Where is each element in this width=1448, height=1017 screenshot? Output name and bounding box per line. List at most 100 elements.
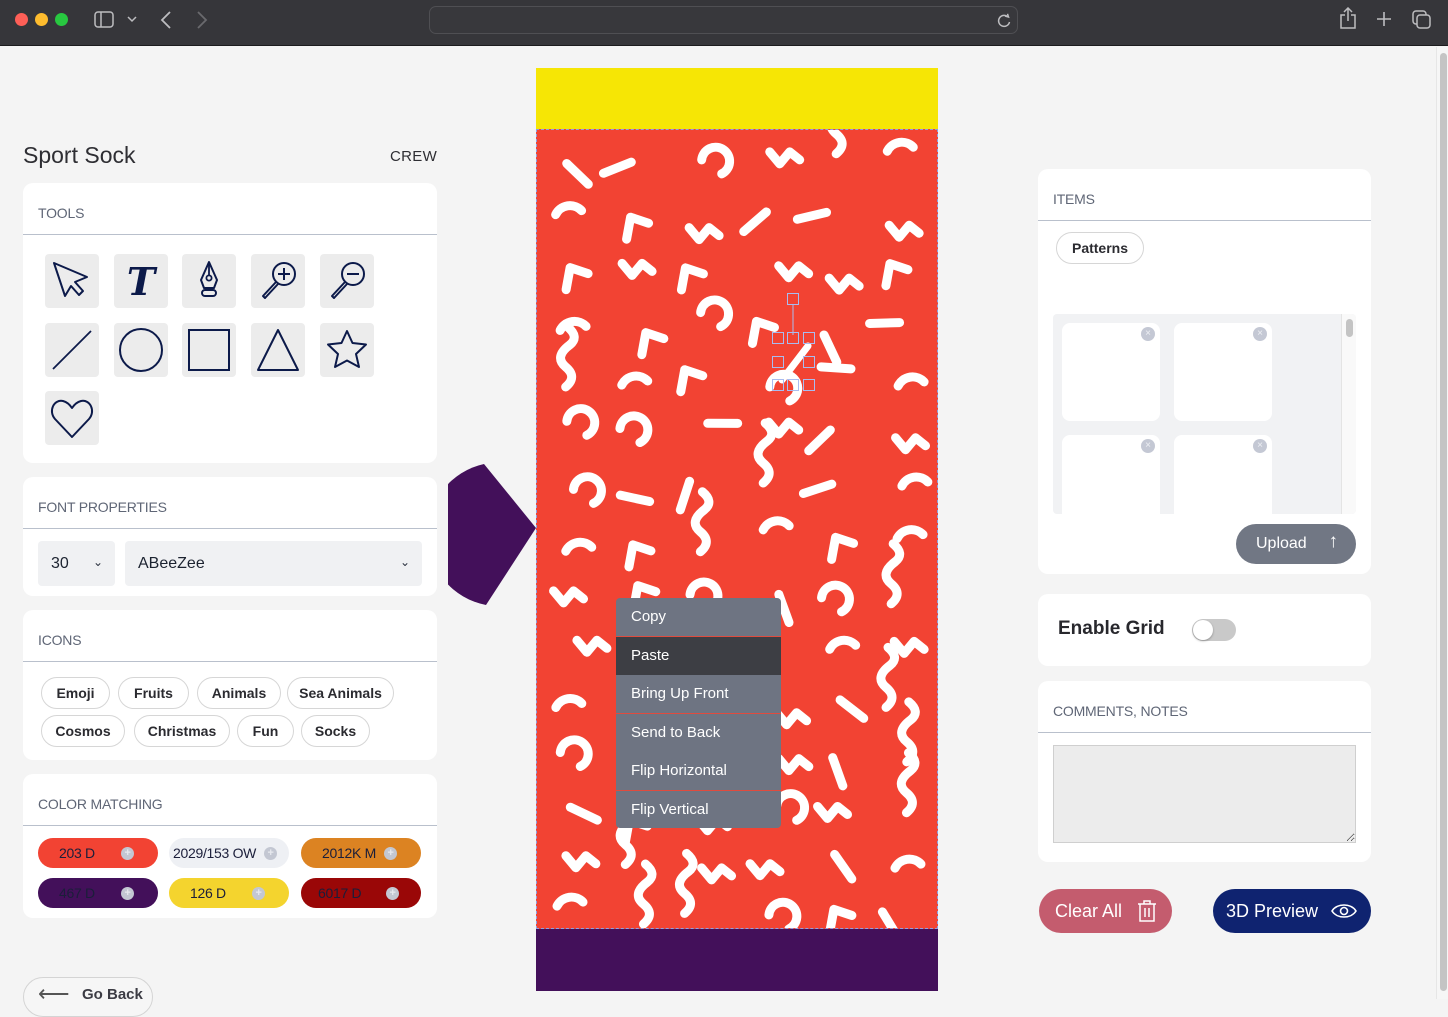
pattern-thumbnail[interactable]: × bbox=[1062, 435, 1160, 514]
squiggle-shape bbox=[702, 868, 732, 880]
icon-category-fun[interactable]: Fun bbox=[237, 715, 294, 747]
minimize-window-button[interactable] bbox=[35, 13, 48, 26]
squiggle-shape bbox=[803, 484, 832, 493]
remove-icon[interactable]: × bbox=[1141, 327, 1155, 341]
pattern-thumbnail[interactable]: × bbox=[1174, 435, 1272, 514]
tool-select[interactable] bbox=[45, 254, 99, 308]
resize-handle[interactable] bbox=[803, 356, 815, 368]
close-window-button[interactable] bbox=[15, 13, 28, 26]
tool-star[interactable] bbox=[320, 323, 374, 377]
color-swatch[interactable]: 126 D+ bbox=[169, 878, 289, 908]
tool-heart[interactable] bbox=[45, 391, 99, 445]
remove-icon[interactable]: × bbox=[1253, 327, 1267, 341]
color-swatch[interactable]: 2029/153 OW+ bbox=[169, 838, 289, 868]
squiggle-shape bbox=[622, 376, 648, 385]
color-swatch[interactable]: 467 D+ bbox=[38, 878, 158, 908]
font-size-value: 30 bbox=[51, 555, 69, 572]
text-t-icon: T bbox=[127, 259, 155, 304]
pattern-gallery: × × × × bbox=[1053, 314, 1356, 514]
sock-canvas[interactable] bbox=[536, 68, 938, 991]
icon-category-cosmos[interactable]: Cosmos bbox=[41, 715, 125, 747]
icon-category-sea-animals[interactable]: Sea Animals bbox=[287, 677, 394, 709]
tool-circle[interactable] bbox=[114, 323, 168, 377]
enable-grid-label: Enable Grid bbox=[1058, 618, 1165, 640]
icon-category-animals[interactable]: Animals bbox=[197, 677, 281, 709]
clear-all-button[interactable]: Clear All bbox=[1039, 889, 1172, 933]
icon-category-socks[interactable]: Socks bbox=[301, 715, 370, 747]
rotate-handle[interactable] bbox=[787, 293, 799, 305]
resize-handle[interactable] bbox=[772, 356, 784, 368]
enable-grid-toggle[interactable] bbox=[1192, 619, 1236, 641]
circle-icon bbox=[118, 327, 164, 373]
menu-item-bring-up-front[interactable]: Bring Up Front bbox=[616, 675, 781, 714]
chevron-down-icon: ⌄ bbox=[93, 555, 103, 569]
plus-icon[interactable]: + bbox=[386, 887, 399, 900]
tool-zoom-out[interactable] bbox=[320, 254, 374, 308]
3d-preview-button[interactable]: 3D Preview bbox=[1213, 889, 1371, 933]
font-family-select[interactable]: ABeeZee ⌄ bbox=[125, 541, 422, 586]
remove-icon[interactable]: × bbox=[1141, 439, 1155, 453]
product-style: CREW bbox=[390, 148, 437, 165]
color-swatch[interactable]: 2012K M+ bbox=[301, 838, 421, 868]
plus-icon[interactable]: + bbox=[252, 887, 265, 900]
resize-handle[interactable] bbox=[787, 379, 799, 391]
menu-item-flip-vertical[interactable]: Flip Vertical bbox=[616, 791, 781, 829]
pattern-thumbnail[interactable]: × bbox=[1174, 323, 1272, 421]
maximize-window-button[interactable] bbox=[55, 13, 68, 26]
color-swatch[interactable]: 203 D+ bbox=[38, 838, 158, 868]
purple-pie-shape[interactable] bbox=[448, 460, 540, 608]
squiggle-shape bbox=[557, 897, 583, 906]
menu-item-send-to-back[interactable]: Send to Back bbox=[616, 714, 781, 753]
upload-button[interactable]: Upload ↑ bbox=[1236, 524, 1356, 564]
pattern-thumbnail[interactable]: × bbox=[1062, 323, 1160, 421]
back-icon[interactable] bbox=[160, 11, 172, 29]
scrollbar-thumb[interactable] bbox=[1440, 53, 1447, 991]
resize-handle[interactable] bbox=[772, 379, 784, 391]
menu-item-paste[interactable]: Paste bbox=[616, 637, 781, 676]
new-tab-icon[interactable] bbox=[1376, 11, 1392, 27]
patterns-filter-chip[interactable]: Patterns bbox=[1056, 232, 1144, 264]
icon-category-emoji[interactable]: Emoji bbox=[41, 677, 110, 709]
remove-icon[interactable]: × bbox=[1253, 439, 1267, 453]
resize-handle[interactable] bbox=[787, 332, 799, 344]
plus-icon[interactable]: + bbox=[264, 847, 277, 860]
go-back-button[interactable]: ⟵ Go Back bbox=[23, 977, 153, 1017]
tool-zoom-in[interactable] bbox=[251, 254, 305, 308]
resize-handle[interactable] bbox=[803, 379, 815, 391]
plus-icon[interactable]: + bbox=[384, 847, 397, 860]
tool-text[interactable]: T bbox=[114, 254, 168, 308]
reload-icon[interactable] bbox=[997, 13, 1011, 28]
share-icon[interactable] bbox=[1339, 7, 1357, 29]
zoom-out-icon bbox=[324, 258, 370, 304]
resize-handle[interactable] bbox=[803, 332, 815, 344]
chevron-down-icon[interactable] bbox=[127, 15, 137, 23]
color-swatch[interactable]: 6017 D+ bbox=[301, 878, 421, 908]
menu-item-copy[interactable]: Copy bbox=[616, 598, 781, 637]
address-bar[interactable] bbox=[429, 6, 1018, 34]
page-scrollbar[interactable] bbox=[1436, 47, 1448, 999]
squiggle-shape bbox=[763, 521, 789, 530]
squiggle-shape bbox=[561, 327, 575, 387]
sock-bottom-band[interactable] bbox=[536, 929, 938, 991]
tool-line[interactable] bbox=[45, 323, 99, 377]
sidebar-toggle-icon[interactable] bbox=[94, 11, 114, 29]
font-size-select[interactable]: 30 ⌄ bbox=[38, 541, 115, 586]
tools-panel: TOOLS T bbox=[23, 183, 437, 463]
tab-overview-icon[interactable] bbox=[1412, 10, 1432, 30]
resize-handle[interactable] bbox=[772, 332, 784, 344]
sock-top-band[interactable] bbox=[536, 68, 938, 129]
tool-triangle[interactable] bbox=[251, 323, 305, 377]
menu-item-flip-horizontal[interactable]: Flip Horizontal bbox=[616, 752, 781, 791]
plus-icon[interactable]: + bbox=[121, 847, 134, 860]
tool-pen[interactable] bbox=[182, 254, 236, 308]
gallery-scrollbar[interactable] bbox=[1341, 314, 1356, 514]
icon-category-christmas[interactable]: Christmas bbox=[134, 715, 230, 747]
icon-category-fruits[interactable]: Fruits bbox=[118, 677, 189, 709]
squiggle-shape bbox=[895, 859, 921, 868]
comments-textarea[interactable] bbox=[1053, 745, 1356, 843]
eye-icon bbox=[1331, 902, 1357, 920]
tool-square[interactable] bbox=[182, 323, 236, 377]
forward-icon[interactable] bbox=[196, 11, 208, 29]
gallery-scrollbar-thumb[interactable] bbox=[1346, 319, 1353, 337]
plus-icon[interactable]: + bbox=[121, 887, 134, 900]
